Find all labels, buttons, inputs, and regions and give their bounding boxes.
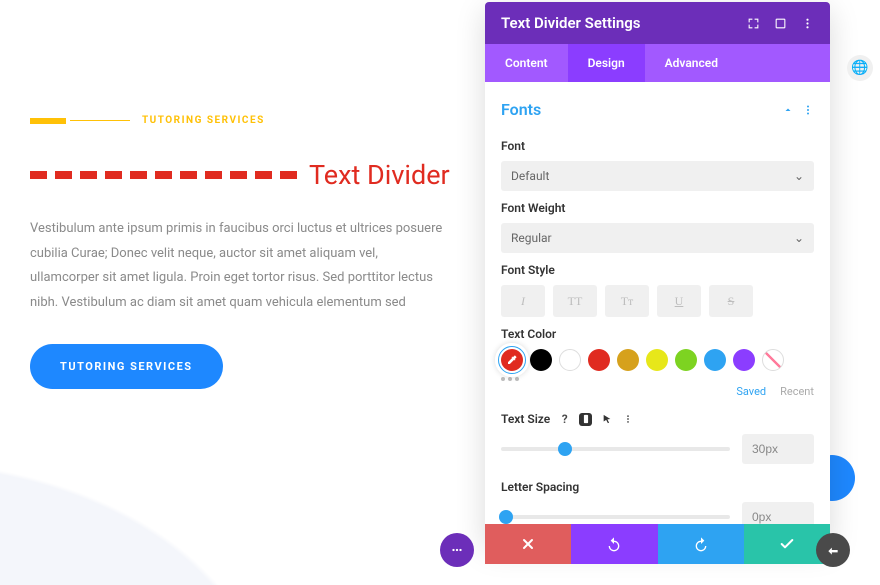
font-style-buttons: I TT Tᴛ U S <box>501 285 814 317</box>
text-size-slider[interactable] <box>501 447 730 451</box>
eyedropper-icon <box>506 354 518 366</box>
color-swatch-none[interactable] <box>762 349 784 371</box>
expand-icon[interactable] <box>747 17 760 30</box>
weight-label: Font Weight <box>501 201 814 215</box>
color-swatch-amber[interactable] <box>617 349 639 371</box>
text-color-swatches <box>501 349 814 371</box>
settings-panel: Text Divider Settings Content Design Adv… <box>485 2 830 542</box>
color-tab-saved[interactable]: Saved <box>736 385 766 398</box>
panel-header[interactable]: Text Divider Settings <box>485 2 830 44</box>
color-swatch-purple[interactable] <box>733 349 755 371</box>
color-swatch-blue[interactable] <box>704 349 726 371</box>
cta-button[interactable]: TUTORING SERVICES <box>30 344 223 389</box>
fab-collapse-button[interactable] <box>816 533 850 567</box>
color-swatch-red[interactable] <box>588 349 610 371</box>
font-label: Font <box>501 139 814 153</box>
page-content: TUTORING SERVICES Text Divider Vestibulu… <box>30 110 450 389</box>
fonts-section-header[interactable]: Fonts <box>501 90 814 129</box>
fonts-section-title: Fonts <box>501 100 541 119</box>
tab-design[interactable]: Design <box>568 44 645 82</box>
text-size-row: Text Size ? <box>501 412 814 426</box>
select-caret-icon: ⌄ <box>794 231 804 245</box>
help-icon[interactable]: ? <box>558 413 571 426</box>
phone-icon[interactable] <box>579 413 592 426</box>
kebab-icon[interactable] <box>621 413 634 426</box>
body-paragraph: Vestibulum ante ipsum primis in faucibus… <box>30 217 450 316</box>
text-size-label: Text Size <box>501 412 550 426</box>
letter-spacing-slider-thumb[interactable] <box>499 510 513 524</box>
accent-bar <box>30 118 66 124</box>
weight-select[interactable]: Regular ⌄ <box>501 223 814 253</box>
color-swatch-green[interactable] <box>675 349 697 371</box>
tab-advanced[interactable]: Advanced <box>645 44 738 82</box>
page-subheading: TUTORING SERVICES <box>142 115 265 126</box>
text-size-control <box>501 434 814 464</box>
cancel-button[interactable] <box>485 524 571 564</box>
cta-label: TUTORING SERVICES <box>60 360 193 373</box>
color-swatch-black[interactable] <box>530 349 552 371</box>
kebab-icon[interactable] <box>801 17 814 30</box>
italic-button[interactable]: I <box>501 285 545 317</box>
more-colors-icon[interactable] <box>501 377 814 381</box>
weight-value: Regular <box>511 231 552 245</box>
panel-body: Fonts Font Default ⌄ Font Weight Regular… <box>485 82 830 542</box>
letter-spacing-label: Letter Spacing <box>501 480 814 494</box>
uppercase-button[interactable]: TT <box>553 285 597 317</box>
cursor-icon[interactable] <box>600 413 613 426</box>
text-divider-module[interactable]: Text Divider <box>30 159 450 191</box>
undo-button[interactable] <box>571 524 657 564</box>
color-picker-button[interactable] <box>501 349 523 371</box>
color-tab-recent[interactable]: Recent <box>780 385 814 398</box>
panel-footer <box>485 524 830 564</box>
divider-title: Text Divider <box>309 159 450 191</box>
font-value: Default <box>511 169 549 183</box>
panel-tabs: Content Design Advanced <box>485 44 830 82</box>
strike-button[interactable]: S <box>709 285 753 317</box>
color-swatch-white[interactable] <box>559 349 581 371</box>
panel-header-icons <box>747 17 814 30</box>
kebab-icon[interactable] <box>802 104 814 116</box>
text-size-input[interactable] <box>742 434 814 464</box>
subheading-row: TUTORING SERVICES <box>30 110 450 129</box>
tab-content[interactable]: Content <box>485 44 568 82</box>
globe-icon[interactable]: 🌐 <box>847 55 873 81</box>
color-swatch-yellow[interactable] <box>646 349 668 371</box>
redo-button[interactable] <box>658 524 744 564</box>
text-color-label: Text Color <box>501 327 814 341</box>
style-label: Font Style <box>501 263 814 277</box>
fab-menu-button[interactable] <box>440 533 474 567</box>
chevron-up-icon[interactable] <box>782 104 794 116</box>
tablet-icon[interactable] <box>774 17 787 30</box>
accent-line <box>70 120 130 121</box>
underline-button[interactable]: U <box>657 285 701 317</box>
select-caret-icon: ⌄ <box>794 169 804 183</box>
smallcaps-button[interactable]: Tᴛ <box>605 285 649 317</box>
letter-spacing-slider[interactable] <box>501 515 730 519</box>
font-select[interactable]: Default ⌄ <box>501 161 814 191</box>
panel-title: Text Divider Settings <box>501 14 641 32</box>
color-tabs: Saved Recent <box>501 385 814 398</box>
text-size-slider-thumb[interactable] <box>558 442 572 456</box>
divider-dashes <box>30 171 297 179</box>
